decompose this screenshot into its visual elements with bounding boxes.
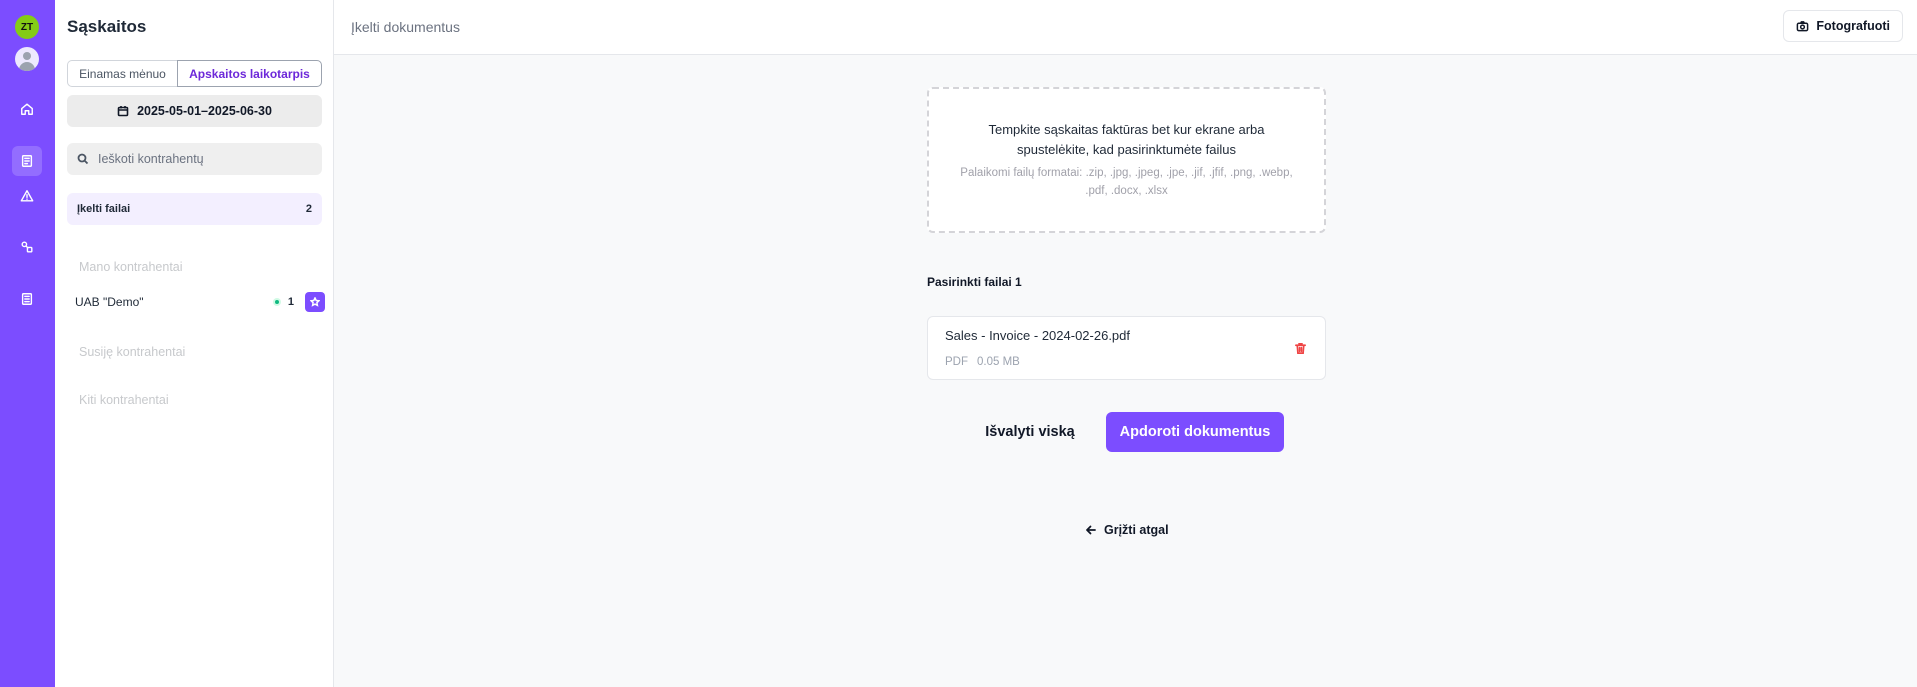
section-other-counterparties[interactable]: Kiti kontrahentai bbox=[79, 393, 169, 407]
user-avatar[interactable] bbox=[15, 47, 39, 71]
file-dropzone[interactable]: Tempkite sąskaitas faktūras bet kur ekra… bbox=[927, 87, 1326, 233]
file-size: 0.05 MB bbox=[977, 356, 1020, 368]
invoice-icon[interactable] bbox=[12, 146, 42, 176]
user-initials-avatar[interactable]: ZT bbox=[15, 15, 39, 39]
section-related-counterparties[interactable]: Susiję kontrahentai bbox=[79, 345, 185, 359]
period-toggle: Einamas mėnuo Apskaitos laikotarpis bbox=[67, 60, 322, 87]
arrow-left-icon bbox=[1086, 525, 1096, 535]
counterparty-name: UAB "Demo" bbox=[75, 295, 144, 309]
search-input[interactable] bbox=[98, 152, 298, 166]
user-avatar-body bbox=[19, 62, 35, 71]
counterparty-search bbox=[67, 143, 322, 175]
back-label: Grįžti atgal bbox=[1104, 523, 1169, 537]
star-icon[interactable] bbox=[305, 292, 325, 312]
take-photo-button[interactable]: Fotografuoti bbox=[1783, 10, 1903, 42]
page-title: Įkelti dokumentus bbox=[351, 19, 460, 35]
file-meta: PDF 0.05 MB bbox=[945, 356, 1020, 368]
uploaded-files-item[interactable]: Įkelti failai 2 bbox=[67, 193, 322, 225]
home-icon[interactable] bbox=[12, 94, 42, 124]
counterparty-count: 1 bbox=[287, 296, 294, 308]
selected-files-label: Pasirinkti failai 1 bbox=[927, 275, 1022, 289]
back-link[interactable]: Grįžti atgal bbox=[1085, 520, 1169, 540]
nav-rail: ZT bbox=[0, 0, 55, 687]
date-range-text: 2025-05-01–2025-06-30 bbox=[137, 104, 272, 118]
file-name: Sales - Invoice - 2024-02-26.pdf bbox=[945, 328, 1130, 343]
process-documents-button[interactable]: Apdoroti dokumentus bbox=[1106, 412, 1284, 452]
sidebar-title: Sąskaitos bbox=[67, 17, 147, 36]
uploaded-files-count: 2 bbox=[305, 203, 312, 215]
page-header: Įkelti dokumentus Fotografuoti bbox=[334, 0, 1917, 55]
tab-current-month[interactable]: Einamas mėnuo bbox=[67, 60, 177, 87]
dropzone-text: Tempkite sąskaitas faktūras bet kur ekra… bbox=[988, 122, 1265, 157]
section-my-counterparties: Mano kontrahentai bbox=[79, 260, 183, 274]
supported-formats: Palaikomi failų formatai: .zip, .jpg, .j… bbox=[960, 167, 1293, 197]
clear-all-button[interactable]: Išvalyti viską bbox=[973, 413, 1087, 451]
calendar-icon bbox=[117, 106, 129, 117]
shapes-icon[interactable] bbox=[12, 232, 42, 262]
file-type: PDF bbox=[945, 356, 968, 368]
user-avatar-head bbox=[23, 52, 31, 60]
sidebar: Sąskaitos Einamas mėnuo Apskaitos laikot… bbox=[55, 0, 334, 687]
document-icon[interactable] bbox=[12, 284, 42, 314]
tab-accounting-period[interactable]: Apskaitos laikotarpis bbox=[177, 60, 322, 87]
uploaded-files-label: Įkelti failai bbox=[77, 203, 131, 215]
search-icon bbox=[77, 153, 89, 165]
trash-icon[interactable] bbox=[1292, 340, 1308, 356]
camera-icon bbox=[1797, 20, 1809, 31]
date-range-picker[interactable]: 2025-05-01–2025-06-30 bbox=[67, 95, 322, 127]
counterparty-row[interactable]: UAB "Demo" 1 bbox=[75, 292, 325, 312]
take-photo-label: Fotografuoti bbox=[1816, 19, 1890, 33]
alert-triangle-icon[interactable] bbox=[12, 181, 42, 211]
status-dot-icon bbox=[272, 298, 281, 306]
selected-file-card: Sales - Invoice - 2024-02-26.pdf PDF 0.05… bbox=[927, 316, 1326, 380]
